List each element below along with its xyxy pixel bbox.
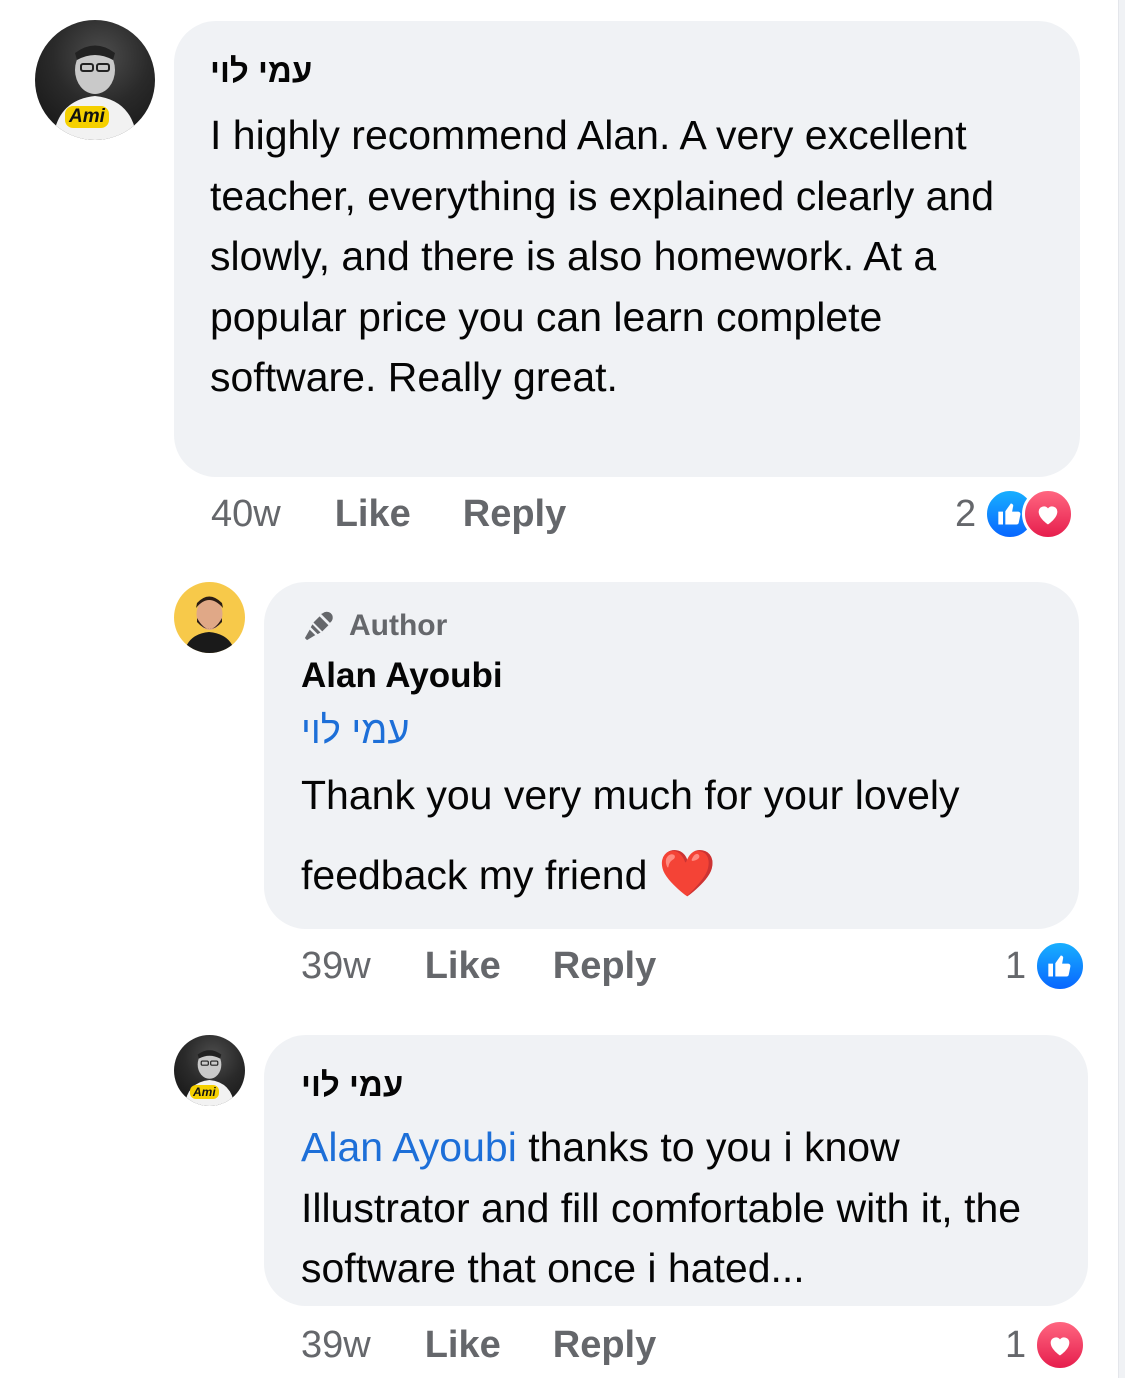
comment-author[interactable]: Alan Ayoubi [301, 656, 1049, 696]
avatar[interactable] [174, 582, 245, 653]
comment-text: Thank you very much for your lovely feed… [301, 756, 1061, 914]
like-button[interactable]: Like [425, 1324, 501, 1367]
comment-text: I highly recommend Alan. A very excellen… [210, 112, 995, 400]
reaction-summary[interactable]: 1 [1005, 940, 1087, 992]
reaction-summary[interactable]: 1 [1005, 1319, 1087, 1371]
reply-button[interactable]: Reply [553, 1324, 656, 1367]
like-button[interactable]: Like [425, 945, 501, 988]
reply-button[interactable]: Reply [553, 945, 656, 988]
like-icon [1034, 940, 1087, 992]
comment-author[interactable]: עמי לוי [301, 1065, 403, 1105]
comment-bubble: עמי לוי I highly recommend Alan. A very … [174, 21, 1080, 477]
like-button[interactable]: Like [335, 493, 411, 536]
comment-body: עמי לוי Thank you very much for your lov… [301, 706, 1049, 914]
comment-text-content: Thank you very much for your lovely feed… [301, 772, 960, 898]
microphone-icon [304, 611, 333, 641]
mention-link[interactable]: Alan Ayoubi [301, 1124, 517, 1170]
comment-text: Alan Ayoubi thanks to you i know Illustr… [301, 1117, 1071, 1299]
comment-bubble: Author Alan Ayoubi עמי לוי Thank you ver… [264, 582, 1079, 929]
avatar-logo-text: Ami [65, 106, 109, 128]
mention-link[interactable]: עמי לוי [301, 706, 410, 756]
reply-button[interactable]: Reply [463, 493, 566, 536]
comment-actions: 39w Like Reply [301, 945, 708, 988]
love-icon [1034, 1319, 1087, 1371]
scrollbar[interactable] [1118, 0, 1125, 1378]
love-icon [1022, 488, 1075, 540]
comment-timestamp[interactable]: 39w [301, 945, 371, 988]
reaction-count: 2 [955, 492, 977, 535]
comment-author[interactable]: עמי לוי [210, 51, 312, 91]
avatar-logo-text: Ami [190, 1085, 219, 1099]
comment-actions: 39w Like Reply [301, 1324, 708, 1367]
reaction-count: 1 [1005, 944, 1027, 987]
comment-bubble: עמי לוי Alan Ayoubi thanks to you i know… [264, 1035, 1088, 1306]
avatar[interactable]: Ami [35, 20, 155, 140]
comment-timestamp[interactable]: 40w [211, 493, 281, 536]
heart-emoji: ❤️ [658, 846, 717, 900]
comment-timestamp[interactable]: 39w [301, 1324, 371, 1367]
author-badge: Author [301, 608, 1049, 644]
reaction-count: 1 [1005, 1323, 1027, 1366]
comment-actions: 40w Like Reply [211, 493, 618, 536]
reaction-summary[interactable]: 2 [955, 488, 1075, 540]
profile-photo-icon [184, 596, 235, 653]
avatar[interactable]: Ami [174, 1035, 245, 1106]
author-badge-label: Author [349, 609, 448, 642]
